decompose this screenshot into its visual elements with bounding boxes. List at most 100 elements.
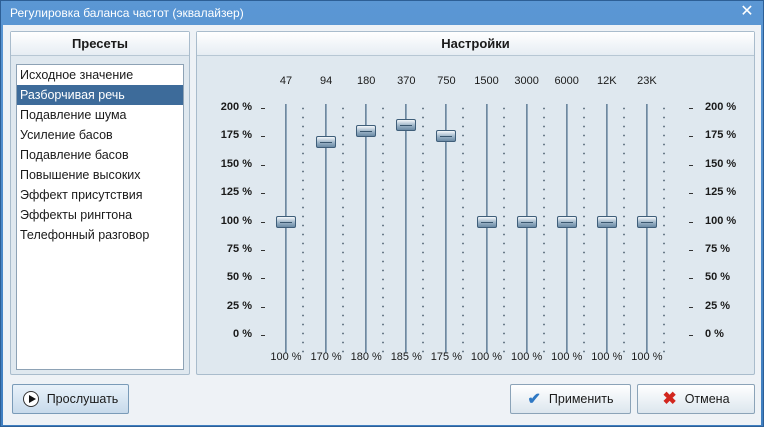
- play-icon: [22, 391, 39, 407]
- band-frequency-label: 6000: [554, 75, 579, 87]
- level-label-left: 75 %: [226, 243, 252, 255]
- check-icon: ✔: [527, 391, 541, 408]
- title-bar: Регулировка баланса частот (эквалайзер) …: [1, 1, 763, 25]
- band-slider-track[interactable]: [285, 104, 287, 353]
- band-frequency-label: 3000: [514, 75, 539, 87]
- band-scale-dots: [422, 104, 425, 353]
- level-label-right: 150 %: [705, 157, 737, 170]
- level-label-right: 175 %: [705, 129, 737, 142]
- band-scale-dots: [302, 104, 304, 353]
- cancel-button-label: Отмена: [684, 392, 730, 406]
- band-scale-dots: [502, 104, 505, 353]
- band-slider-track[interactable]: [365, 104, 368, 353]
- level-label-left: 125 %: [220, 186, 252, 199]
- level-label-right: 25 %: [705, 299, 731, 312]
- level-label-right: 75 %: [705, 243, 731, 255]
- band-slider-track[interactable]: [645, 104, 648, 353]
- level-tick: [261, 108, 265, 109]
- level-tick: [261, 221, 265, 223]
- band-slider-thumb[interactable]: [276, 215, 296, 228]
- preset-item[interactable]: Эффекты рингтона: [17, 205, 183, 225]
- band-slider-thumb[interactable]: [636, 215, 657, 228]
- level-tick: [689, 306, 693, 308]
- level-tick: [261, 164, 265, 166]
- band-slider-track[interactable]: [485, 104, 488, 353]
- preset-item[interactable]: Эффект присутствия: [17, 185, 183, 205]
- band-scale-dots: [622, 104, 625, 353]
- level-label-right: 50 %: [705, 271, 731, 284]
- level-label-left: 200 %: [220, 101, 252, 113]
- band-frequency-label: 180: [357, 75, 376, 87]
- level-label-right: 125 %: [705, 186, 737, 199]
- band-frequency-label: 1500: [474, 75, 499, 87]
- cancel-button[interactable]: ✖ Отмена: [637, 384, 755, 414]
- band-frequency-label: 47: [279, 75, 293, 87]
- preset-item[interactable]: Повышение высоких: [17, 165, 183, 185]
- close-icon[interactable]: ✕: [737, 2, 757, 22]
- level-tick: [689, 136, 693, 138]
- band-scale-dots: [662, 104, 665, 353]
- band-scale-dots: [582, 104, 585, 353]
- band-frequency-label: 12K: [597, 75, 617, 87]
- preset-item[interactable]: Разборчивая речь: [17, 85, 183, 105]
- band-slider-thumb[interactable]: [436, 130, 457, 143]
- band-slider-thumb[interactable]: [596, 215, 617, 228]
- level-label-right: 0 %: [705, 328, 724, 341]
- band-slider-track[interactable]: [565, 104, 568, 353]
- apply-button[interactable]: ✔ Применить: [510, 384, 631, 414]
- level-tick: [261, 250, 265, 251]
- band-slider-thumb[interactable]: [356, 124, 377, 137]
- level-tick: [689, 221, 693, 223]
- level-tick: [689, 193, 693, 195]
- level-tick: [689, 250, 693, 251]
- band-slider-thumb[interactable]: [516, 215, 537, 228]
- band-slider-thumb[interactable]: [476, 215, 497, 228]
- level-tick: [689, 108, 693, 109]
- cross-icon: ✖: [662, 389, 677, 408]
- band-scale-dots: [542, 104, 545, 353]
- band-frequency-label: 23K: [637, 75, 657, 87]
- preset-item[interactable]: Подавление шума: [17, 105, 183, 125]
- level-tick: [689, 278, 693, 280]
- band-scale-dots: [462, 104, 465, 353]
- band-slider-thumb[interactable]: [556, 215, 577, 228]
- preset-item[interactable]: Усиление басов: [17, 125, 183, 145]
- presets-panel: Пресеты Исходное значение Разборчивая реч…: [10, 31, 190, 375]
- equalizer-area: 200 % 200 % 175 % 175 % 150 % 150 % 125 % 125 %…: [197, 57, 754, 374]
- band-slider-track[interactable]: [525, 104, 528, 353]
- band-frequency-label: 94: [319, 75, 333, 87]
- band-frequency-label: 370: [397, 75, 416, 87]
- level-label-left: 0 %: [233, 328, 252, 341]
- preset-list[interactable]: Исходное значение Разборчивая речь Подавле…: [16, 64, 184, 370]
- band-slider-track[interactable]: [405, 104, 408, 353]
- level-tick: [261, 335, 265, 337]
- band-scale-dots: [382, 104, 385, 353]
- settings-panel: Настройки 200 % 200 % 175 % 175 % 150 % 150 %…: [196, 31, 755, 375]
- level-label-right: 200 %: [705, 101, 737, 113]
- window-title: Регулировка баланса частот (эквалайзер): [10, 6, 244, 20]
- play-button-label: Прослушать: [46, 392, 119, 406]
- level-label-left: 150 %: [220, 157, 252, 170]
- band-slider-thumb[interactable]: [316, 136, 337, 149]
- preset-item[interactable]: Подавление басов: [17, 145, 183, 165]
- level-tick: [689, 335, 693, 337]
- play-button[interactable]: Прослушать: [12, 384, 129, 414]
- level-label-left: 25 %: [226, 299, 252, 312]
- dialog-client-area: Пресеты Исходное значение Разборчивая реч…: [3, 25, 761, 425]
- band-slider-track[interactable]: [605, 104, 608, 353]
- level-tick: [261, 278, 265, 280]
- band-slider-thumb[interactable]: [396, 119, 417, 132]
- level-label-right: 100 %: [705, 214, 737, 227]
- level-label-left: 50 %: [226, 271, 252, 284]
- presets-header: Пресеты: [11, 32, 189, 56]
- preset-item[interactable]: Телефонный разговор: [17, 225, 183, 245]
- level-label-left: 100 %: [220, 214, 252, 227]
- level-label-left: 175 %: [220, 129, 252, 142]
- level-tick: [261, 306, 265, 308]
- equalizer-window: Регулировка баланса частот (эквалайзер) …: [0, 0, 764, 427]
- preset-item[interactable]: Исходное значение: [17, 65, 183, 85]
- settings-header: Настройки: [197, 32, 754, 56]
- apply-button-label: Применить: [548, 392, 614, 406]
- band-scale-dots: [342, 104, 345, 353]
- level-tick: [261, 136, 265, 138]
